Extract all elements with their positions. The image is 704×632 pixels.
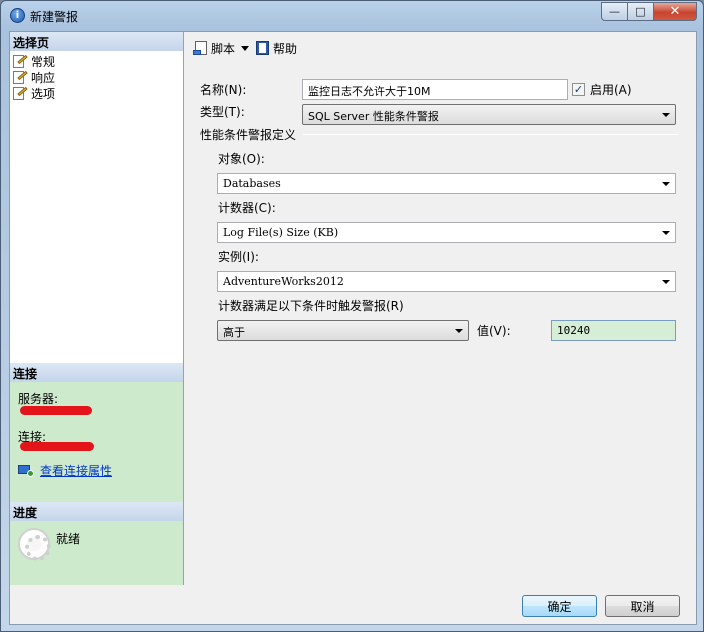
object-label: 对象(O): <box>218 152 265 166</box>
page-edit-icon <box>12 86 28 100</box>
dialog-window: i 新建警报 — □ ✕ 选择页 常规 响应 选项 连接 服务器: 连接: 查看… <box>0 0 704 632</box>
counter-select[interactable]: Log File(s) Size (KB) <box>217 222 676 243</box>
progress-spinner-icon <box>18 528 51 561</box>
type-select-value: SQL Server 性能条件警报 <box>308 110 439 123</box>
script-label: 脚本 <box>211 41 236 56</box>
condition-select[interactable]: 高于 <box>217 320 469 341</box>
help-button[interactable]: 帮助 <box>255 40 297 57</box>
right-pane: 脚本 帮助 名称(N): 监控日志不允许大于10M ✓ 启用(A) 类型(T):… <box>185 32 696 585</box>
type-select[interactable]: SQL Server 性能条件警报 <box>302 104 676 125</box>
chevron-down-icon <box>662 113 670 117</box>
group-divider <box>303 134 678 135</box>
page-item-general[interactable]: 常规 <box>12 53 55 69</box>
maximize-button[interactable]: □ <box>627 2 653 21</box>
enable-checkbox[interactable]: ✓ <box>572 83 585 96</box>
redaction-mark <box>20 442 94 451</box>
page-item-options[interactable]: 选项 <box>12 85 55 101</box>
minimize-button[interactable]: — <box>601 2 627 21</box>
enable-label: 启用(A) <box>590 83 632 97</box>
page-item-label: 响应 <box>31 70 56 85</box>
script-button[interactable]: 脚本 <box>193 40 235 57</box>
dialog-client: 选择页 常规 响应 选项 连接 服务器: 连接: 查看连接属性 进度 就绪 脚本… <box>9 31 697 625</box>
page-edit-icon <box>12 54 28 68</box>
select-page-header: 选择页 <box>10 32 183 51</box>
value-input[interactable]: 10240 <box>551 320 676 341</box>
counter-select-value: Log File(s) Size (KB) <box>223 226 339 239</box>
view-connection-link[interactable]: 查看连接属性 <box>40 462 112 479</box>
server-label: 服务器: <box>18 392 59 406</box>
page-edit-icon <box>12 70 28 84</box>
left-pane: 选择页 常规 响应 选项 连接 服务器: 连接: 查看连接属性 进度 就绪 <box>10 32 184 585</box>
page-item-label: 选项 <box>31 86 56 101</box>
progress-header: 进度 <box>10 502 183 521</box>
ok-button[interactable]: 确定 <box>522 595 597 617</box>
chevron-down-icon <box>662 231 670 235</box>
value-label: 值(V): <box>477 324 511 338</box>
chevron-down-icon <box>455 329 463 333</box>
help-label: 帮助 <box>273 41 298 56</box>
condition-label: 计数器满足以下条件时触发警报(R) <box>218 299 404 313</box>
object-select-value: Databases <box>223 177 281 190</box>
script-icon <box>193 40 209 56</box>
window-title: 新建警报 <box>30 10 79 24</box>
type-label: 类型(T): <box>200 105 245 119</box>
counter-label: 计数器(C): <box>218 201 276 215</box>
cancel-button[interactable]: 取消 <box>605 595 680 617</box>
page-item-label: 常规 <box>31 54 56 69</box>
instance-label: 实例(I): <box>218 250 259 264</box>
progress-status: 就绪 <box>56 532 81 546</box>
script-dropdown-arrow-icon[interactable] <box>241 45 250 51</box>
view-connection-properties[interactable]: 查看连接属性 <box>18 462 112 479</box>
page-item-response[interactable]: 响应 <box>12 69 55 85</box>
toolbar: 脚本 帮助 <box>185 32 696 64</box>
name-label: 名称(N): <box>200 83 247 97</box>
page-list: 常规 响应 选项 <box>12 53 55 101</box>
title-bar[interactable]: i 新建警报 — □ ✕ <box>1 1 703 31</box>
instance-select-value: AdventureWorks2012 <box>223 275 344 288</box>
redaction-mark <box>20 406 92 415</box>
instance-select[interactable]: AdventureWorks2012 <box>217 271 676 292</box>
help-icon <box>255 40 271 56</box>
window-controls: — □ ✕ <box>601 2 697 21</box>
alert-app-icon: i <box>10 8 25 23</box>
condition-select-value: 高于 <box>223 326 245 339</box>
object-select[interactable]: Databases <box>217 173 676 194</box>
name-input[interactable]: 监控日志不允许大于10M <box>302 79 568 100</box>
chevron-down-icon <box>662 182 670 186</box>
close-button[interactable]: ✕ <box>653 2 697 21</box>
connection-properties-icon <box>18 464 34 478</box>
definition-group-title: 性能条件警报定义 <box>200 128 297 142</box>
connection-header: 连接 <box>10 363 183 382</box>
chevron-down-icon <box>662 280 670 284</box>
